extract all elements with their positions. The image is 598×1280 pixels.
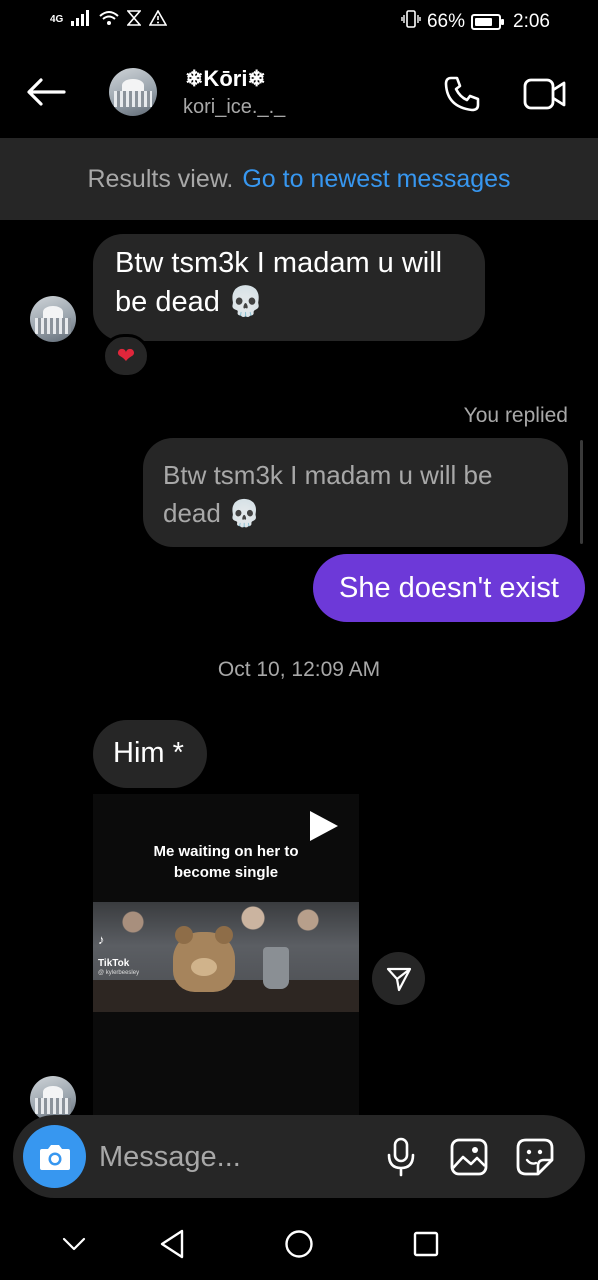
sender-avatar[interactable]	[30, 296, 76, 342]
status-right: 66% 2:06	[401, 10, 550, 34]
vibrate-icon	[401, 10, 421, 34]
square-recents-icon	[413, 1231, 439, 1257]
reply-indicator-bar	[580, 440, 583, 544]
sticker-button[interactable]	[513, 1135, 557, 1179]
video-thumbnail	[93, 902, 359, 1012]
sticker-icon	[516, 1138, 554, 1176]
tiktok-logo-icon: ♪	[98, 932, 105, 947]
heart-icon: ❤	[116, 343, 136, 368]
battery-icon	[471, 14, 505, 30]
you-replied-label: You replied	[463, 404, 568, 427]
contact-name[interactable]: ❄Kōri❄	[185, 66, 266, 92]
nav-home-button[interactable]	[279, 1224, 319, 1264]
network-type: 4G	[50, 14, 64, 25]
incoming-message[interactable]: Btw tsm3k I madam u will be dead 💀	[93, 234, 485, 341]
message-timestamp: Oct 10, 12:09 AM	[217, 658, 381, 681]
nav-recents-button[interactable]	[406, 1224, 446, 1264]
phone-icon	[444, 76, 480, 112]
play-icon	[310, 811, 338, 841]
triangle-back-icon	[160, 1229, 184, 1259]
audio-call-button[interactable]	[440, 72, 484, 116]
system-navigation-bar	[0, 1206, 598, 1280]
shared-video[interactable]: Me waiting on her to become single ♪ Tik…	[93, 794, 359, 1124]
contact-username[interactable]: kori_ice._._	[183, 96, 285, 119]
video-call-button[interactable]	[522, 72, 568, 116]
message-input[interactable]	[99, 1139, 359, 1175]
chevron-down-icon	[62, 1237, 86, 1251]
hide-keyboard-button[interactable]	[54, 1224, 94, 1264]
nav-back-button[interactable]	[152, 1224, 192, 1264]
status-bar: 4G 66% 2:06	[0, 0, 598, 44]
camera-icon	[39, 1144, 70, 1170]
contact-avatar[interactable]	[109, 68, 157, 116]
battery-percent: 66%	[426, 11, 466, 32]
voice-message-button[interactable]	[381, 1135, 421, 1179]
video-caption: Me waiting on her to become single	[153, 843, 299, 881]
share-button[interactable]	[372, 952, 425, 1005]
circle-home-icon	[285, 1230, 313, 1258]
gallery-icon	[450, 1138, 488, 1176]
message-reaction[interactable]: ❤	[102, 334, 150, 378]
clock: 2:06	[513, 11, 550, 32]
tiktok-watermark: TikTok	[98, 958, 130, 969]
gallery-button[interactable]	[447, 1135, 491, 1179]
incoming-message[interactable]: Him *	[93, 720, 207, 788]
chat-header: ❄Kōri❄ kori_ice._._	[0, 44, 598, 138]
replied-quote[interactable]: Btw tsm3k I madam u will be dead 💀	[143, 438, 568, 547]
video-camera-icon	[523, 78, 566, 110]
back-button[interactable]	[22, 72, 70, 112]
hourglass-icon	[126, 10, 143, 29]
tiktok-handle: @ kylerbeesley	[98, 970, 140, 976]
back-arrow-icon	[27, 78, 66, 106]
wifi-icon	[99, 10, 120, 29]
results-view-banner: Results view. Go to newest messages	[0, 138, 598, 220]
send-icon	[386, 967, 411, 991]
status-left: 4G	[50, 9, 168, 29]
go-to-newest-link[interactable]: Go to newest messages	[242, 165, 510, 194]
signal-icon	[71, 10, 91, 29]
results-view-label: Results view.	[87, 164, 234, 193]
outgoing-message[interactable]: She doesn't exist	[313, 554, 585, 622]
camera-button[interactable]	[23, 1125, 86, 1188]
warning-icon	[148, 9, 168, 29]
microphone-icon	[387, 1137, 415, 1177]
message-composer	[13, 1115, 585, 1198]
